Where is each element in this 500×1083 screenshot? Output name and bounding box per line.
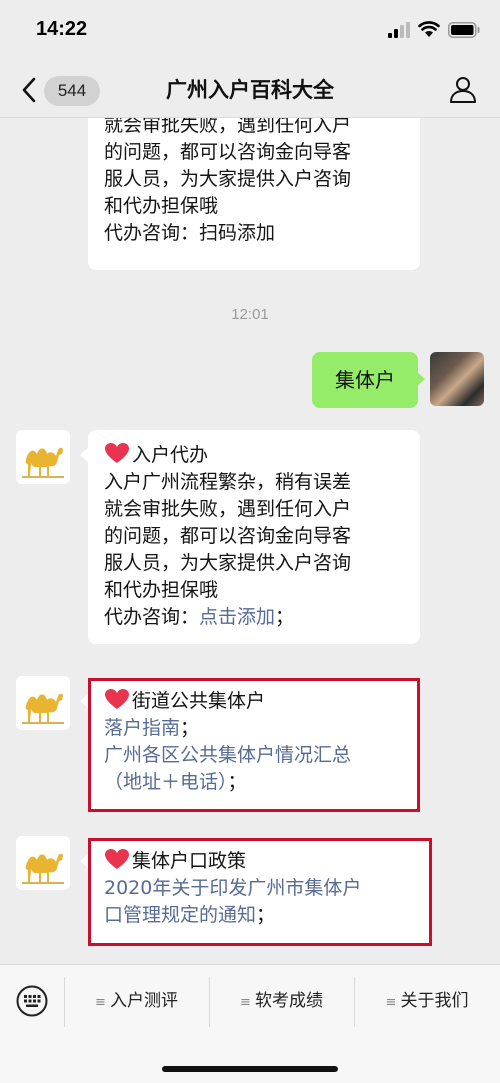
policy-notice-link[interactable]: 2020年关于印发广州市集体户: [104, 875, 418, 902]
bubble-tail: [80, 694, 88, 708]
message-contact-line: 代办咨询：点击添加；: [104, 604, 406, 631]
page-title: 广州入户百科大全: [166, 78, 334, 102]
message-line: 服人员，为大家提供入户咨询: [104, 168, 352, 190]
message-timestamp: 12:01: [231, 306, 269, 323]
message-line: 和代办担保哦: [104, 195, 219, 217]
contact-prefix: 代办咨询：: [104, 606, 200, 628]
menu-item-about-us[interactable]: ≡ 关于我们: [354, 985, 500, 1017]
unread-count-badge: 544: [44, 76, 100, 106]
heart-icon: [105, 689, 129, 709]
keyboard-icon[interactable]: [16, 985, 48, 1017]
message-line: 的问题，都可以咨询金向导客: [104, 141, 352, 163]
menu-item-label: 入户测评: [109, 991, 178, 1011]
message-bubble[interactable]: 入户代办 入户广州流程繁杂，稍有误差 就会审批失败，遇到任何入户 的问题，都可以…: [88, 430, 420, 644]
message-bubble[interactable]: 街道公共集体户 落户指南； 广州各区公共集体户情况汇总 （地址＋电话）；: [88, 678, 420, 812]
menu-item-label: 关于我们: [400, 991, 469, 1011]
heart-icon: [105, 443, 129, 463]
district-summary-link-cont[interactable]: （地址＋电话）: [104, 771, 228, 793]
cellular-signal-icon: [388, 22, 410, 38]
profile-icon[interactable]: [448, 74, 478, 104]
menu-lines-icon: ≡: [240, 995, 251, 1010]
camel-icon: [22, 447, 64, 478]
heart-icon: [105, 849, 129, 869]
bubble-tail: [80, 854, 88, 868]
chat-area[interactable]: 就会审批失败，遇到任何入户 的问题，都可以咨询金向导客 服人员，为大家提供入户咨…: [0, 118, 500, 964]
status-bar: 14:22: [0, 0, 500, 60]
menu-lines-icon: ≡: [385, 995, 397, 1010]
home-indicator: [162, 1066, 338, 1072]
message-line: 就会审批失败，遇到任何入户: [104, 498, 352, 520]
message-bubble[interactable]: 就会审批失败，遇到任何入户 的问题，都可以咨询金向导客 服人员，为大家提供入户咨…: [88, 118, 420, 270]
message-title: 集体户口政策: [132, 850, 247, 872]
punctuation: ；: [256, 904, 276, 926]
menu-lines-icon: ≡: [95, 995, 106, 1010]
chevron-left-icon: [22, 77, 36, 103]
contact-suffix: ；: [275, 606, 295, 628]
user-message-bubble[interactable]: 集体户: [312, 352, 418, 408]
message-line: 口管理规定的通知；: [104, 902, 418, 929]
policy-notice-link-cont[interactable]: 口管理规定的通知: [104, 904, 256, 926]
district-summary-link[interactable]: 广州各区公共集体户情况汇总: [104, 742, 406, 769]
message-title-line: 街道公共集体户: [104, 688, 406, 715]
menu-item-label: 软考成绩: [254, 991, 323, 1011]
message-title-line: 入户代办: [104, 442, 406, 469]
wifi-icon: [418, 21, 440, 37]
message-line: 代办咨询：扫码添加: [104, 222, 276, 244]
message-title: 街道公共集体户: [132, 690, 266, 712]
user-avatar[interactable]: [430, 352, 484, 406]
battery-icon: [448, 22, 480, 38]
nav-bar: 544 广州入户百科大全: [0, 60, 500, 118]
camel-icon: [22, 853, 64, 884]
message-line: 入户广州流程繁杂，稍有误差: [104, 471, 352, 493]
message-bubble[interactable]: 集体户口政策 2020年关于印发广州市集体户 口管理规定的通知；: [88, 838, 432, 946]
bubble-tail: [417, 372, 425, 386]
menu-item-assessment[interactable]: ≡ 入户测评: [64, 985, 209, 1017]
message-line: 落户指南；: [104, 715, 406, 742]
official-account-avatar[interactable]: [16, 430, 70, 484]
message-line: 的问题，都可以咨询金向导客: [104, 525, 352, 547]
message-line: 和代办担保哦: [104, 579, 219, 601]
message-line: （地址＋电话）；: [104, 769, 406, 796]
add-contact-link[interactable]: 点击添加: [199, 606, 275, 628]
official-account-avatar[interactable]: [16, 836, 70, 890]
camel-icon: [22, 693, 64, 724]
settlement-guide-link[interactable]: 落户指南: [104, 717, 180, 739]
message-title: 入户代办: [132, 444, 209, 466]
message-line: 就会审批失败，遇到任何入户: [104, 118, 352, 136]
punctuation: ；: [227, 771, 247, 793]
status-time: 14:22: [36, 18, 88, 40]
menu-item-exam-results[interactable]: ≡ 软考成绩: [209, 985, 354, 1017]
punctuation: ；: [180, 717, 200, 739]
official-account-avatar[interactable]: [16, 676, 70, 730]
message-line: 服人员，为大家提供入户咨询: [104, 552, 352, 574]
bubble-tail: [80, 448, 88, 462]
message-title-line: 集体户口政策: [104, 848, 418, 875]
